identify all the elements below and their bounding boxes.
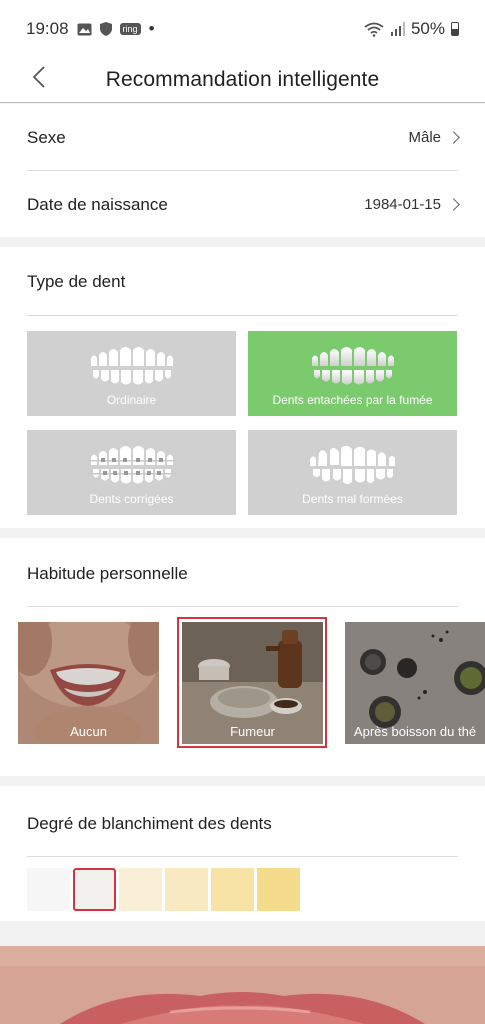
chevron-left-icon: [32, 66, 45, 88]
chevron-right-icon: [447, 198, 460, 211]
profile-section: Sexe Mâle Date de naissance 1984-01-15: [0, 104, 485, 237]
chevron-right-icon: [447, 131, 460, 144]
app-bar: Recommandation intelligente: [0, 58, 485, 103]
birthdate-value: 1984-01-15: [364, 196, 441, 213]
habit-option-after-tea[interactable]: Après boisson du thé: [345, 622, 485, 744]
habit-option-label: Après boisson du thé: [353, 724, 477, 739]
lips-photo: [0, 946, 485, 1024]
status-left: 19:08 ring •: [26, 19, 155, 39]
whitening-shade-5[interactable]: [211, 868, 254, 911]
tooth-option-smoke-stained[interactable]: Dents entachées par la fumée: [248, 331, 457, 416]
tooth-option-label: Dents corrigées: [89, 492, 174, 506]
tooth-option-ordinary[interactable]: Ordinaire: [27, 331, 236, 416]
stained-teeth-icon: [311, 347, 394, 385]
birthdate-row[interactable]: Date de naissance 1984-01-15: [27, 171, 460, 238]
battery-percent: 50%: [410, 19, 445, 38]
status-right: 50%: [364, 19, 459, 39]
sex-label: Sexe: [27, 127, 66, 147]
back-button[interactable]: [24, 62, 54, 92]
habit-title: Habitude personnelle: [27, 564, 188, 583]
page-title: Recommandation intelligente: [105, 68, 380, 91]
notification-dot: •: [148, 19, 155, 38]
sex-row[interactable]: Sexe Mâle: [27, 104, 460, 171]
tooth-option-label: Dents entachées par la fumée: [272, 393, 433, 407]
divider: [27, 856, 458, 857]
ring-app-icon: ring: [119, 23, 141, 35]
birthdate-label: Date de naissance: [27, 194, 168, 214]
whitening-shade-4[interactable]: [165, 868, 208, 911]
signal-icon: [390, 22, 405, 36]
habit-option-smoker[interactable]: Fumeur: [182, 622, 323, 744]
gallery-icon: [77, 23, 92, 35]
braces-teeth-icon: [87, 446, 176, 484]
tooth-option-label: Dents mal formées: [302, 492, 403, 506]
whitening-shade-2[interactable]: [73, 868, 116, 911]
divider: [27, 606, 458, 607]
habit-option-label: Fumeur: [230, 724, 275, 739]
battery-icon: [451, 22, 459, 36]
status-bar: 19:08 ring • 50%: [0, 0, 485, 58]
whitening-shade-1[interactable]: [27, 868, 70, 911]
whitening-title: Degré de blanchiment des dents: [27, 814, 272, 833]
whitening-shade-3[interactable]: [119, 868, 162, 911]
malformed-teeth-icon: [309, 445, 395, 484]
status-time: 19:08: [26, 19, 69, 38]
tooth-option-malformed[interactable]: Dents mal formées: [248, 430, 457, 515]
divider: [27, 315, 458, 316]
sex-value: Mâle: [408, 129, 441, 146]
tooth-option-label: Ordinaire: [106, 393, 157, 407]
screen: 19:08 ring • 50% Recommandation intellig…: [0, 0, 485, 1024]
shield-icon: [99, 22, 112, 36]
lips-preview-image: [0, 946, 485, 1024]
teeth-icon: [90, 347, 173, 385]
tooth-type-title: Type de dent: [27, 272, 126, 291]
birthdate-value-group: 1984-01-15: [364, 196, 460, 213]
whitening-shade-6[interactable]: [257, 868, 300, 911]
habit-option-none[interactable]: Aucun: [18, 622, 159, 744]
habit-option-label: Aucun: [70, 724, 107, 739]
tooth-option-corrected[interactable]: Dents corrigées: [27, 430, 236, 515]
sex-value-group: Mâle: [408, 129, 460, 146]
wifi-icon: [364, 22, 384, 37]
